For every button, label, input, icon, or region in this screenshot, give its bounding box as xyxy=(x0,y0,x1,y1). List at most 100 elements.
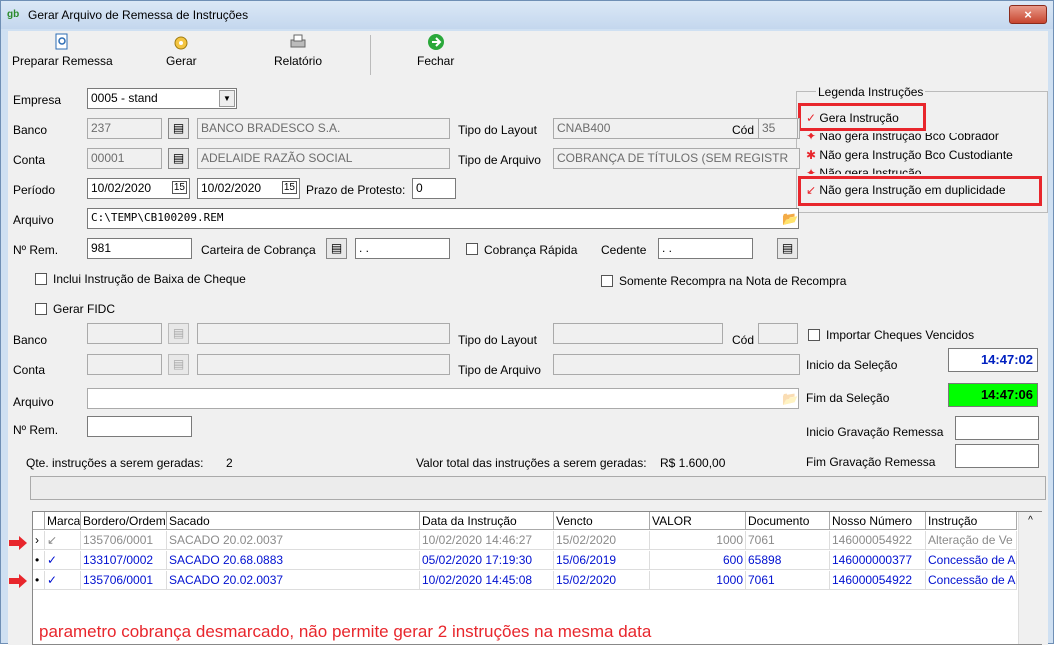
lookup-icon: ▤ xyxy=(172,326,185,340)
banco-label: Banco xyxy=(13,123,48,137)
legend-label: Não gera Instrução xyxy=(819,166,922,174)
cobranca-rapida-checkbox[interactable] xyxy=(466,243,478,255)
cedente-lookup-button[interactable]: ▤ xyxy=(777,238,798,259)
conta2-name-field xyxy=(197,354,450,375)
lookup-icon: ▤ xyxy=(172,357,185,371)
conta2-lookup-button[interactable]: ▤ xyxy=(168,354,189,375)
inclui-baixa-label: Inclui Instrução de Baixa de Cheque xyxy=(53,272,246,286)
periodo-de-field[interactable]: 10/02/2020 15 xyxy=(87,178,190,199)
tipo-layout2-label: Tipo do Layout xyxy=(458,333,537,347)
banco2-lookup-button[interactable]: ▤ xyxy=(168,323,189,344)
inicio-selecao-label: Inicio da Seleção xyxy=(806,358,898,372)
cod2-label: Cód xyxy=(732,333,755,347)
sacado-cell: SACADO 20.68.0883 xyxy=(167,551,420,570)
col-nosso-numero[interactable]: Nosso Número xyxy=(830,512,926,530)
fim-gravacao-field xyxy=(955,444,1039,468)
marca-cell: ✓ xyxy=(45,551,81,570)
arquivo-field[interactable]: C:\TEMP\CB100209.REM xyxy=(87,208,799,229)
conta-name-field: ADELAIDE RAZÃO SOCIAL xyxy=(197,148,450,169)
nrem2-field[interactable] xyxy=(87,416,192,437)
instrucao-cell: Alteração de Ve xyxy=(926,531,1017,550)
table-row[interactable]: • ✓ 135706/0001 SACADO 20.02.0037 10/02/… xyxy=(33,571,1017,590)
prazo-protesto-field[interactable]: 0 xyxy=(412,178,456,199)
grid-vertical-scrollbar[interactable]: ^ xyxy=(1018,512,1042,644)
highlight-duplicidade xyxy=(798,176,1042,206)
col-marca[interactable]: Marca xyxy=(45,512,81,530)
table-row[interactable]: • ✓ 133107/0002 SACADO 20.68.0883 05/02/… xyxy=(33,551,1017,570)
somente-recompra-checkbox[interactable] xyxy=(601,275,613,287)
tipo-arquivo2-field xyxy=(553,354,800,375)
inicio-gravacao-label: Inicio Gravação Remessa xyxy=(806,425,944,439)
banco2-code-field xyxy=(87,323,162,344)
col-vencto[interactable]: Vencto xyxy=(554,512,650,530)
folder-open-icon[interactable]: 📂 xyxy=(782,391,798,407)
documento-cell: 7061 xyxy=(746,531,830,550)
col-valor[interactable]: VALOR xyxy=(650,512,746,530)
carteira-field[interactable]: . . xyxy=(355,238,450,259)
window-title: Gerar Arquivo de Remessa de Instruções xyxy=(28,8,249,22)
table-row[interactable]: › ↙ 135706/0001 SACADO 20.02.0037 10/02/… xyxy=(33,531,1017,550)
tipo-arquivo-field: COBRANÇA DE TÍTULOS (SEM REGISTR xyxy=(553,148,800,169)
folder-open-icon[interactable]: 📂 xyxy=(782,211,798,227)
tipo-arquivo-label: Tipo de Arquivo xyxy=(458,153,541,167)
documento-cell: 65898 xyxy=(746,551,830,570)
diamond-icon: ✦ xyxy=(806,166,817,174)
gerar-button[interactable]: Gerar xyxy=(166,33,197,68)
somente-recompra-label: Somente Recompra na Nota de Recompra xyxy=(619,274,847,288)
preparar-remessa-button[interactable]: Preparar Remessa xyxy=(12,33,113,68)
importar-cheques-checkbox[interactable] xyxy=(808,329,820,341)
fim-selecao-time: 14:47:06 xyxy=(948,383,1038,407)
relatorio-button[interactable]: Relatório xyxy=(274,33,322,68)
inclui-baixa-checkbox[interactable] xyxy=(35,273,47,285)
vencto-cell: 15/02/2020 xyxy=(554,531,650,550)
importar-cheques-label: Importar Cheques Vencidos xyxy=(826,328,975,342)
red-arrow-icon xyxy=(9,574,27,588)
banco2-label: Banco xyxy=(13,333,48,347)
conta-lookup-button[interactable]: ▤ xyxy=(168,148,189,169)
arquivo2-field[interactable] xyxy=(87,388,799,409)
col-bordero[interactable]: Bordero/Ordem xyxy=(81,512,167,530)
tipo-layout-label: Tipo do Layout xyxy=(458,123,537,137)
cod-field: 35 xyxy=(758,118,798,139)
nosso-numero-cell: 146000000377 xyxy=(830,551,926,570)
main-window: gb Gerar Arquivo de Remessa de Instruçõe… xyxy=(0,0,1054,645)
calendar-icon[interactable]: 15 xyxy=(281,181,297,194)
instructions-grid[interactable]: Marca Bordero/Ordem Sacado Data da Instr… xyxy=(32,511,1042,645)
indicator-header xyxy=(33,512,45,530)
col-data-instrucao[interactable]: Data da Instrução xyxy=(420,512,554,530)
periodo-label: Período xyxy=(13,183,56,197)
banco-code-field[interactable]: 237 xyxy=(87,118,162,139)
cedente-field[interactable]: . . xyxy=(658,238,753,259)
close-button[interactable]: × xyxy=(1009,5,1047,24)
calendar-icon[interactable]: 15 xyxy=(171,181,187,194)
title-bar[interactable]: gb Gerar Arquivo de Remessa de Instruçõe… xyxy=(1,1,1053,29)
conta-code-field[interactable]: 00001 xyxy=(87,148,162,169)
tipo-layout2-field xyxy=(553,323,723,344)
valor-label: Valor total das instruções a serem gerad… xyxy=(416,456,647,470)
fechar-label: Fechar xyxy=(417,54,455,68)
carteira-lookup-button[interactable]: ▤ xyxy=(326,238,347,259)
fechar-button[interactable]: Fechar xyxy=(417,33,454,68)
valor-cell: 1000 xyxy=(650,571,746,590)
gerar-fidc-checkbox[interactable] xyxy=(35,303,47,315)
nosso-numero-cell: 146000054922 xyxy=(830,571,926,590)
lookup-icon: ▤ xyxy=(172,121,185,135)
red-arrow-icon xyxy=(9,536,27,550)
sacado-cell: SACADO 20.02.0037 xyxy=(167,571,420,590)
periodo-ate-field[interactable]: 10/02/2020 15 xyxy=(197,178,300,199)
document-search-icon xyxy=(55,33,68,50)
legend-item-nao-gera: ✦ Não gera Instrução xyxy=(806,166,921,174)
vencto-cell: 15/06/2019 xyxy=(554,551,650,570)
col-documento[interactable]: Documento xyxy=(746,512,830,530)
nrem-field[interactable]: 981 xyxy=(87,238,192,259)
fim-gravacao-label: Fim Gravação Remessa xyxy=(806,455,936,469)
chevron-up-icon[interactable]: ^ xyxy=(1019,515,1042,526)
banco-lookup-button[interactable]: ▤ xyxy=(168,118,189,139)
annotation-note: parametro cobrança desmarcado, não permi… xyxy=(39,622,652,641)
nrem2-label: Nº Rem. xyxy=(13,423,59,437)
col-sacado[interactable]: Sacado xyxy=(167,512,420,530)
empresa-select[interactable]: 0005 - stand ▼ xyxy=(87,88,237,109)
banco2-name-field xyxy=(197,323,450,344)
chevron-down-icon[interactable]: ▼ xyxy=(219,90,235,107)
col-instrucao[interactable]: Instrução xyxy=(926,512,1017,530)
